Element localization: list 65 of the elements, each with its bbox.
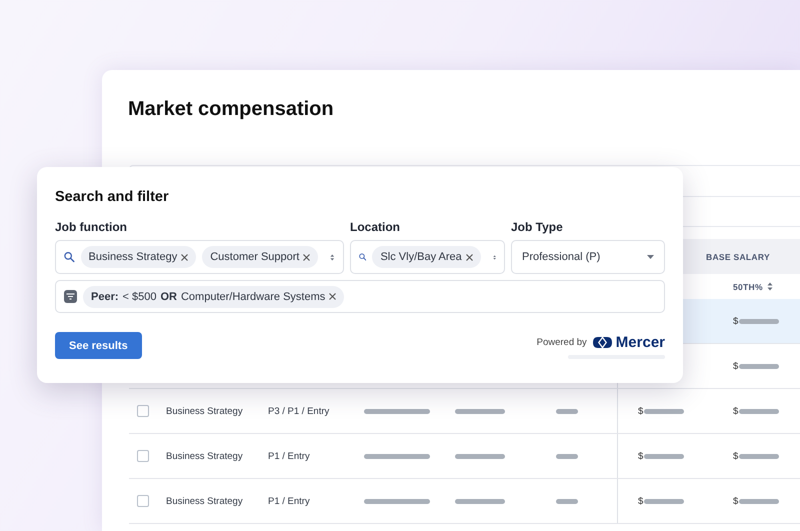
- sort-icon: [766, 282, 773, 291]
- skeleton-bar: [556, 498, 578, 504]
- currency-symbol: $: [638, 406, 644, 416]
- close-icon[interactable]: [181, 254, 188, 260]
- see-results-button[interactable]: See results: [55, 332, 142, 359]
- table-cell: Business Strategy: [166, 496, 243, 506]
- panel-title: Search and filter: [55, 189, 170, 205]
- skeleton-bar: [455, 498, 505, 504]
- field-label: Location: [350, 220, 401, 234]
- skeleton-bar: [739, 318, 780, 324]
- table-row[interactable]: Business Strategy P3 / P1 / Entry $ $: [129, 389, 800, 434]
- row-checkbox[interactable]: [137, 495, 149, 507]
- skeleton-bar: [739, 408, 780, 414]
- skeleton-bar: [556, 454, 578, 458]
- field-label: Job Type: [511, 220, 564, 234]
- brand-logo-icon: [592, 337, 612, 348]
- filter-icon: [64, 290, 77, 303]
- search-icon: [64, 250, 75, 264]
- filter-chip[interactable]: Business Strategy: [80, 246, 196, 268]
- location-field[interactable]: Slc Vly/Bay Area: [350, 240, 505, 274]
- table-row[interactable]: Business Strategy P1 / Entry $ $: [129, 434, 800, 479]
- table-cell: Business Strategy: [166, 450, 243, 462]
- currency-symbol: $: [733, 360, 738, 372]
- filter-chip[interactable]: Slc Vly/Bay Area: [372, 246, 481, 268]
- skeleton-bar: [644, 498, 684, 504]
- skeleton-bar: [644, 454, 684, 458]
- close-icon[interactable]: [329, 293, 336, 300]
- filter-chip[interactable]: Peer: < $500 OR Computer/Hardware Systems: [83, 286, 344, 308]
- skeleton-bar: [455, 454, 505, 458]
- skeleton-bar: [364, 454, 430, 458]
- currency-symbol: $: [638, 450, 644, 462]
- job-type-dropdown[interactable]: Professional (P): [511, 240, 665, 274]
- skeleton-bar: [739, 364, 780, 368]
- row-checkbox[interactable]: [137, 450, 149, 462]
- table-cell: P1 / Entry: [268, 496, 310, 506]
- close-icon[interactable]: [466, 254, 473, 260]
- table-cell: P3 / P1 / Entry: [268, 406, 330, 416]
- table-cell: P1 / Entry: [268, 450, 310, 462]
- skeleton-bar: [364, 408, 430, 414]
- peer-filter-field[interactable]: Peer: < $500 OR Computer/Hardware Systems: [55, 280, 665, 313]
- skeleton-bar: [739, 454, 780, 458]
- skeleton-bar: [644, 408, 684, 414]
- powered-by-text: Powered by: [536, 337, 587, 348]
- row-checkbox[interactable]: [137, 405, 149, 417]
- currency-symbol: $: [733, 316, 738, 326]
- table-cell: Business Strategy: [166, 406, 243, 416]
- currency-symbol: $: [733, 496, 738, 506]
- skeleton-bar: [739, 498, 780, 504]
- skeleton-bar: [455, 408, 505, 414]
- skeleton-bar: [364, 498, 430, 504]
- table-row[interactable]: Business Strategy P1 / Entry $ $: [129, 479, 800, 524]
- sort-icon: [330, 252, 335, 262]
- page-title: Market compensation: [128, 98, 335, 121]
- currency-symbol: $: [733, 406, 738, 416]
- currency-symbol: $: [638, 496, 644, 506]
- currency-symbol: $: [733, 450, 738, 462]
- field-label: Job function: [55, 220, 128, 234]
- filter-chip[interactable]: Customer Support: [202, 246, 318, 268]
- sort-column-header[interactable]: 50TH%: [733, 282, 773, 292]
- close-icon[interactable]: [303, 254, 310, 260]
- job-function-field[interactable]: Business Strategy Customer Support: [55, 240, 344, 274]
- skeleton-bar: [556, 408, 578, 414]
- dropdown-caret-icon: [647, 255, 654, 259]
- column-group-header: BASE SALARY: [706, 252, 770, 262]
- brand-name: Mercer: [616, 334, 665, 351]
